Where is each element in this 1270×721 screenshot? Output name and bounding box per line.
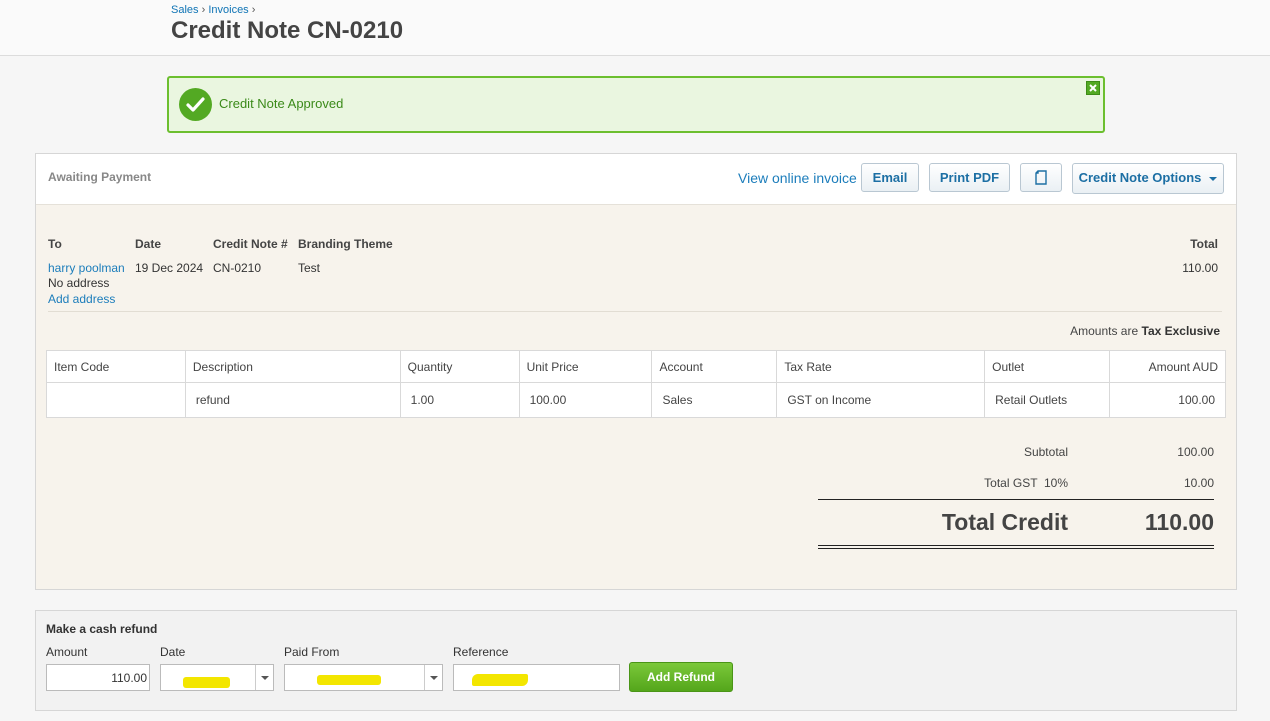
subtotal-value: 100.00: [1177, 445, 1214, 459]
divider: [48, 311, 1222, 312]
branding-theme-label: Branding Theme: [298, 237, 393, 251]
breadcrumb-separator: ›: [201, 4, 206, 16]
gst-value: 10.00: [1183, 476, 1214, 490]
copy-icon: [1035, 170, 1047, 185]
line-items-table: Item Code Description Quantity Unit Pric…: [46, 350, 1226, 418]
total-double-rule: [818, 548, 1214, 549]
print-pdf-button[interactable]: Print PDF: [929, 163, 1010, 192]
copy-button[interactable]: [1020, 163, 1062, 192]
unit-price-cell: 100.00: [518, 382, 653, 418]
total-credit-value: 110.00: [1144, 509, 1214, 535]
reference-field[interactable]: [453, 664, 620, 691]
date-field-label: Date: [160, 645, 186, 659]
date-value: 19 Dec 2024: [135, 261, 204, 275]
total-double-rule: [818, 545, 1214, 546]
date-field[interactable]: [160, 664, 274, 691]
reference-label: Reference: [453, 645, 509, 659]
amounts-are-note: Amounts are Tax Exclusive: [1070, 324, 1220, 338]
column-header: Item Code: [46, 350, 186, 383]
credit-note-number-label: Credit Note #: [213, 237, 288, 251]
credit-note-options-button[interactable]: Credit Note Options: [1072, 163, 1224, 194]
page-header: Sales › Invoices › Credit Note CN-0210: [0, 0, 1270, 56]
breadcrumb: Sales › Invoices ›: [171, 4, 255, 16]
outlet-cell: Retail Outlets: [984, 382, 1111, 418]
tax-rate-cell: GST on Income: [776, 382, 986, 418]
status-label: Awaiting Payment: [48, 170, 152, 184]
description-cell: refund: [184, 382, 401, 418]
breadcrumb-sales-link[interactable]: Sales: [171, 4, 199, 16]
account-cell: Sales: [651, 382, 778, 418]
add-address-link[interactable]: Add address: [48, 292, 115, 306]
table-row: refund 1.00 100.00 Sales GST on Income R…: [46, 382, 1226, 418]
add-refund-button[interactable]: Add Refund: [629, 662, 733, 692]
subtotal-label: Subtotal: [1023, 445, 1068, 459]
to-label: To: [48, 237, 62, 251]
no-address-text: No address: [48, 276, 110, 290]
paid-from-select[interactable]: [284, 664, 443, 691]
credit-note-card: Awaiting Payment View online invoice Ema…: [35, 153, 1237, 590]
breadcrumb-invoices-link[interactable]: Invoices: [208, 4, 248, 16]
column-header: Account: [651, 350, 778, 383]
credit-note-number-value: CN-0210: [213, 261, 262, 275]
card-toolbar: Awaiting Payment View online invoice Ema…: [36, 154, 1236, 205]
amounts-are-prefix: Amounts are: [1070, 324, 1139, 338]
total-credit-label: Total Credit: [941, 509, 1068, 535]
item-code-cell: [46, 382, 186, 418]
quantity-cell: 1.00: [399, 382, 520, 418]
total-rule: [818, 499, 1214, 500]
column-header: Description: [184, 350, 401, 383]
redaction-mark: [317, 675, 381, 685]
chevron-down-icon[interactable]: [255, 665, 273, 690]
alert-message: Credit Note Approved: [219, 96, 344, 111]
refund-title: Make a cash refund: [46, 622, 158, 636]
column-header: Outlet: [984, 350, 1111, 383]
gst-label: Total GST 10%: [984, 476, 1068, 490]
column-header: Amount AUD: [1109, 350, 1226, 383]
column-header: Unit Price: [518, 350, 653, 383]
options-label: Credit Note Options: [1078, 170, 1202, 185]
success-alert: Credit Note Approved: [167, 76, 1105, 133]
breadcrumb-separator: ›: [251, 4, 256, 16]
column-header: Tax Rate: [776, 350, 986, 383]
redaction-mark: [472, 674, 528, 686]
contact-name-link[interactable]: harry poolman: [48, 261, 125, 275]
amount-cell: 100.00: [1109, 382, 1226, 418]
amount-field[interactable]: 110.00: [46, 664, 150, 691]
table-header-row: Item Code Description Quantity Unit Pric…: [46, 350, 1226, 383]
redaction-mark: [183, 677, 230, 688]
chevron-down-icon[interactable]: [424, 665, 442, 690]
chevron-down-icon: [1209, 176, 1218, 181]
amount-label: Amount: [46, 645, 88, 659]
tax-mode: Tax Exclusive: [1141, 324, 1221, 338]
paid-from-label: Paid From: [284, 645, 340, 659]
cash-refund-panel: Make a cash refund Amount 110.00 Date Pa…: [35, 610, 1237, 711]
column-header: Quantity: [399, 350, 520, 383]
view-online-invoice-link[interactable]: View online invoice: [738, 170, 857, 186]
total-value: 110.00: [1182, 261, 1218, 275]
close-icon[interactable]: [1086, 81, 1100, 95]
page-title: Credit Note CN-0210: [171, 17, 404, 44]
total-label: Total: [1190, 237, 1218, 251]
date-label: Date: [135, 237, 162, 251]
checkmark-icon: [179, 88, 212, 121]
branding-theme-value: Test: [298, 261, 321, 275]
email-button[interactable]: Email: [861, 163, 919, 192]
